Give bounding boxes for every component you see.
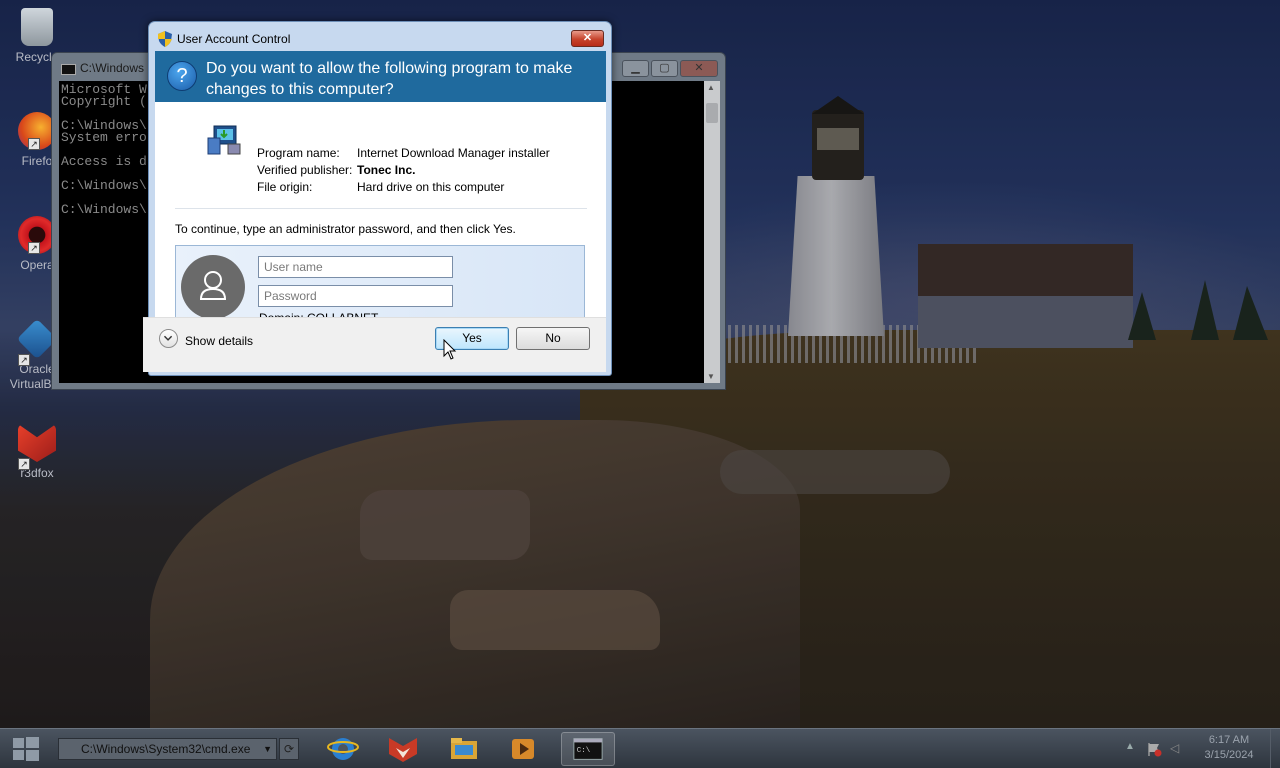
uac-shield-icon bbox=[158, 31, 172, 47]
svg-text:C:\: C:\ bbox=[577, 747, 591, 755]
program-installer-icon bbox=[207, 125, 241, 155]
file-origin-label: File origin: bbox=[257, 180, 313, 194]
program-name-value: Internet Download Manager installer bbox=[357, 146, 550, 160]
uac-title: User Account Control bbox=[177, 32, 291, 46]
question-icon: ? bbox=[167, 61, 197, 91]
shortcut-arrow-icon: ↗ bbox=[28, 242, 40, 254]
password-field[interactable] bbox=[258, 285, 453, 307]
uac-question-text: Do you want to allow the following progr… bbox=[206, 60, 573, 98]
refresh-button[interactable]: ⟳ bbox=[279, 738, 299, 760]
uac-dialog[interactable]: User Account Control ✕ ? Do you want to … bbox=[143, 21, 612, 376]
username-field[interactable] bbox=[258, 256, 453, 278]
publisher-value: Tonec Inc. bbox=[357, 163, 416, 177]
start-button[interactable] bbox=[12, 736, 40, 762]
media-player-icon bbox=[512, 739, 534, 759]
user-icon bbox=[199, 271, 227, 300]
maximize-icon: ▢ bbox=[659, 62, 670, 74]
taskbar: C:\Windows\System32\cmd.exe ▼ ⟳ C:\ ▲ ◁ … bbox=[0, 728, 1280, 768]
shortcut-arrow-icon: ↗ bbox=[18, 458, 30, 470]
publisher-label: Verified publisher: bbox=[257, 163, 353, 177]
taskbar-clock[interactable]: 6:17 AM 3/15/2024 bbox=[1196, 733, 1262, 763]
internet-explorer-icon bbox=[327, 738, 359, 760]
shortcut-arrow-icon: ↗ bbox=[28, 138, 40, 150]
taskbar-app-r3dfox[interactable] bbox=[376, 732, 430, 766]
mouse-cursor-icon bbox=[443, 339, 457, 360]
dropdown-arrow-icon[interactable]: ▼ bbox=[263, 739, 272, 759]
taskbar-app-file-explorer[interactable] bbox=[437, 732, 491, 766]
taskbar-app-cmd[interactable]: C:\ bbox=[561, 732, 615, 766]
divider bbox=[175, 208, 587, 209]
desktop-icon-label: Firefo bbox=[21, 154, 53, 168]
credential-instruction: To continue, type an administrator passw… bbox=[175, 222, 516, 236]
minimize-icon: ▁ bbox=[631, 62, 640, 74]
recycle-bin-icon bbox=[21, 8, 53, 46]
r3dfox-icon bbox=[389, 738, 417, 762]
cmd-window-icon bbox=[61, 64, 76, 75]
scroll-up-icon[interactable]: ▲ bbox=[707, 83, 715, 92]
show-hidden-icons-icon[interactable]: ▲ bbox=[1125, 741, 1135, 752]
file-origin-value: Hard drive on this computer bbox=[357, 180, 505, 194]
avatar bbox=[181, 255, 245, 319]
r3dfox-icon bbox=[18, 424, 56, 462]
cmd-scrollbar[interactable]: ▲ ▼ bbox=[704, 81, 720, 383]
taskbar-app-internet-explorer[interactable] bbox=[316, 732, 370, 766]
desktop-icon-label: Opera bbox=[20, 258, 54, 272]
close-icon: ✕ bbox=[694, 62, 704, 74]
close-icon: ✕ bbox=[582, 32, 593, 44]
command-prompt-icon: C:\ bbox=[573, 738, 603, 760]
show-details-toggle[interactable] bbox=[159, 329, 178, 348]
chevron-down-icon bbox=[163, 335, 173, 341]
show-details-label[interactable]: Show details bbox=[185, 334, 253, 348]
credential-panel[interactable]: Domain: COLLABNET bbox=[175, 245, 585, 328]
uac-header-band: ? Do you want to allow the following pro… bbox=[155, 51, 606, 102]
uac-close-button[interactable]: ✕ bbox=[571, 30, 604, 47]
no-button[interactable]: No bbox=[516, 327, 590, 350]
cmd-window-title: C:\Windows bbox=[80, 61, 145, 75]
taskbar-app-media-player[interactable] bbox=[497, 732, 551, 766]
shortcut-arrow-icon: ↗ bbox=[18, 354, 30, 366]
desktop-icon-r3dfox[interactable]: ↗ r3dfox bbox=[4, 424, 70, 481]
folder-icon bbox=[451, 738, 477, 759]
minimize-button[interactable]: ▁ bbox=[622, 60, 649, 77]
show-desktop-button[interactable] bbox=[1270, 729, 1280, 768]
action-center-flag-icon[interactable] bbox=[1146, 741, 1162, 757]
cmd-scrollbar-thumb[interactable] bbox=[706, 103, 718, 123]
address-toolbar-combo[interactable]: C:\Windows\System32\cmd.exe ▼ bbox=[58, 738, 277, 760]
clock-time: 6:17 AM bbox=[1208, 734, 1250, 746]
cmd-close-button[interactable]: ✕ bbox=[680, 60, 718, 77]
scroll-down-icon[interactable]: ▼ bbox=[707, 372, 715, 381]
program-name-label: Program name: bbox=[257, 146, 340, 160]
volume-icon[interactable]: ◁ bbox=[1170, 741, 1179, 755]
clock-date: 3/15/2024 bbox=[1204, 749, 1254, 761]
refresh-icon: ⟳ bbox=[283, 742, 295, 756]
maximize-button[interactable]: ▢ bbox=[651, 60, 678, 77]
address-toolbar-text: C:\Windows\System32\cmd.exe bbox=[81, 742, 251, 756]
